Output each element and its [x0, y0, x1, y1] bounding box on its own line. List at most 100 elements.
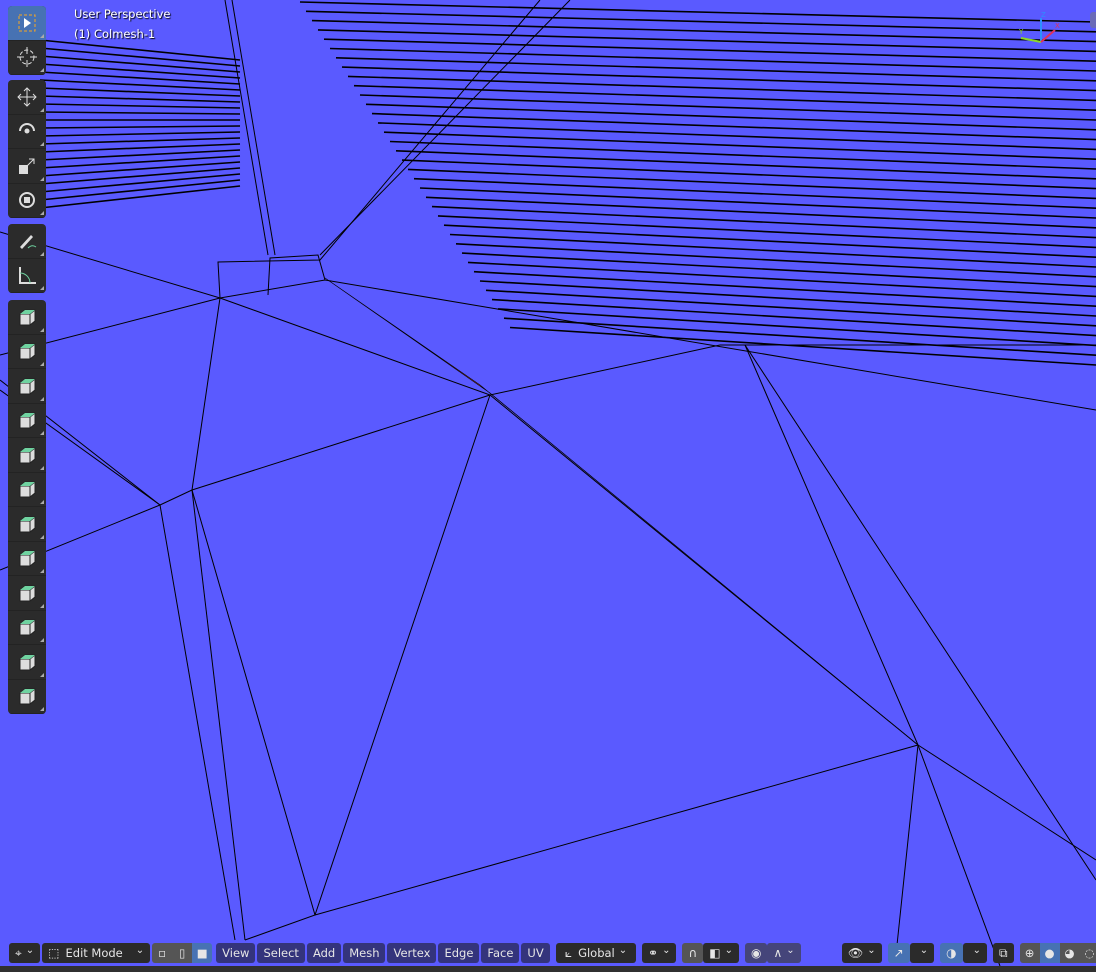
xray-icon: ⧉	[998, 945, 1008, 960]
tool-extrude-region[interactable]	[8, 300, 46, 335]
navigation-gizmo[interactable]: Z Y X	[1015, 10, 1065, 46]
poly-build-icon	[19, 481, 36, 498]
mesh-edges	[0, 0, 1096, 966]
tool-rip-region[interactable]	[8, 680, 46, 714]
x-label: X	[1055, 22, 1060, 30]
tool-shear[interactable]	[8, 645, 46, 680]
sidebar-toggle[interactable]	[1090, 12, 1096, 28]
menu-add[interactable]: Add	[306, 943, 342, 963]
mesh-edge	[299, 1, 1096, 23]
edge-select-button[interactable]: ▯	[172, 943, 193, 963]
tool-bevel[interactable]	[8, 369, 46, 404]
tool-rotate[interactable]	[8, 115, 46, 149]
mesh-edge	[329, 47, 1096, 72]
menu-mesh[interactable]: Mesh	[343, 943, 386, 963]
orientation-icon: ⟀	[564, 945, 573, 960]
mesh-edge	[39, 63, 241, 79]
tool-select-box[interactable]	[8, 6, 46, 41]
material-icon: ◕	[1064, 946, 1075, 960]
overlays-options[interactable]	[962, 943, 987, 963]
tool-measure[interactable]	[8, 259, 46, 293]
rendered-icon: ◌	[1084, 946, 1095, 960]
tool-spin[interactable]	[8, 507, 46, 542]
mesh-edge	[467, 261, 1096, 298]
menu-select[interactable]: Select	[257, 943, 305, 963]
proportional-edit-toggle[interactable]: ◉	[744, 943, 768, 963]
mode-label: Edit Mode	[65, 946, 123, 960]
falloff-icon: ∧	[773, 946, 783, 960]
mesh-edge	[479, 280, 1096, 317]
tool-loop-cut[interactable]	[8, 404, 46, 438]
mesh-edge	[39, 103, 241, 109]
menu-edge[interactable]: Edge	[438, 943, 480, 963]
tool-smooth[interactable]	[8, 542, 46, 576]
transform-orientation-select[interactable]: ⟀ Global	[556, 943, 636, 963]
tool-knife[interactable]	[8, 438, 46, 473]
menu-view[interactable]: View	[216, 943, 256, 963]
y-label: Y	[1018, 28, 1024, 36]
select-box-icon	[18, 14, 36, 32]
tool-transform[interactable]	[8, 184, 46, 218]
mesh-edge	[473, 270, 1096, 307]
toolbar-group-select	[8, 6, 46, 75]
mesh-edge	[323, 38, 1096, 62]
mesh-edge	[485, 289, 1096, 327]
transform-icon	[19, 192, 35, 209]
editor-type-button[interactable]: ⌖	[9, 943, 41, 963]
mesh-edge	[443, 224, 1096, 258]
visibility-select[interactable]: 👁	[842, 943, 882, 963]
mesh-edge-rows	[39, 1, 1096, 366]
rendered-shading-button[interactable]: ◌	[1079, 943, 1096, 963]
mesh-edge	[311, 19, 1096, 43]
tool-shrink-fatten[interactable]	[8, 611, 46, 645]
annotate-icon	[20, 234, 37, 249]
loop-cut-icon	[19, 412, 36, 429]
material-shading-button[interactable]: ◕	[1059, 943, 1080, 963]
mesh-edge	[341, 66, 1096, 92]
mode-select[interactable]: ⬚ Edit Mode	[42, 943, 151, 963]
tool-scale[interactable]	[8, 149, 46, 184]
orientation-label: Global	[578, 946, 615, 960]
knife-icon	[19, 447, 36, 464]
editor-type-icon: ⌖	[15, 945, 22, 960]
tool-inset-faces[interactable]	[8, 335, 46, 369]
menu-vertex[interactable]: Vertex	[387, 943, 437, 963]
tool-cursor[interactable]	[8, 41, 46, 75]
proportional-edit-icon: ◉	[750, 946, 762, 960]
snap-target-icon: ◧	[709, 946, 721, 960]
3d-viewport[interactable]	[0, 0, 1096, 966]
gizmo-options[interactable]	[909, 943, 935, 963]
toolbar-group-annotate	[8, 224, 46, 293]
smooth-icon	[19, 550, 36, 567]
snap-target-select[interactable]: ◧	[703, 943, 739, 963]
mesh-edge	[347, 75, 1096, 102]
overlays-toggle[interactable]: ◑	[940, 943, 963, 963]
mesh-edge	[449, 233, 1096, 268]
pivot-point-select[interactable]: ⚭	[642, 943, 677, 963]
menu-uv[interactable]: UV	[521, 943, 550, 963]
header-right: 👁 ↗ ◑ ⧉ ⊕ ● ◕ ◌	[842, 942, 1096, 964]
mesh-edge	[425, 196, 1096, 229]
overlays-icon: ◑	[946, 946, 957, 960]
scale-icon	[19, 158, 35, 174]
mesh-edge	[317, 29, 1096, 53]
snap-toggle[interactable]: ∩	[682, 943, 704, 963]
tool-move[interactable]	[8, 80, 46, 115]
mesh-edge	[509, 326, 1096, 366]
tool-edge-slide[interactable]	[8, 576, 46, 611]
xray-toggle[interactable]: ⧉	[992, 943, 1014, 963]
face-select-button[interactable]: ■	[192, 943, 213, 963]
wireframe-icon: ⊕	[1024, 946, 1035, 960]
menu-face[interactable]: Face	[481, 943, 520, 963]
solid-shading-button[interactable]: ●	[1039, 943, 1060, 963]
z-label: Z	[1041, 11, 1046, 19]
wireframe-shading-button[interactable]: ⊕	[1019, 943, 1040, 963]
falloff-select[interactable]: ∧	[767, 943, 801, 963]
tool-poly-build[interactable]	[8, 473, 46, 507]
mesh-edge	[437, 215, 1096, 249]
vertex-select-button[interactable]: ▫	[152, 943, 173, 963]
move-icon	[17, 87, 37, 107]
header-left: ⌖ ⬚Edit Mode ▫ ▯ ■ View Select Add Mesh …	[9, 942, 552, 964]
tool-annotate[interactable]	[8, 224, 46, 259]
gizmo-toggle[interactable]: ↗	[887, 943, 910, 963]
